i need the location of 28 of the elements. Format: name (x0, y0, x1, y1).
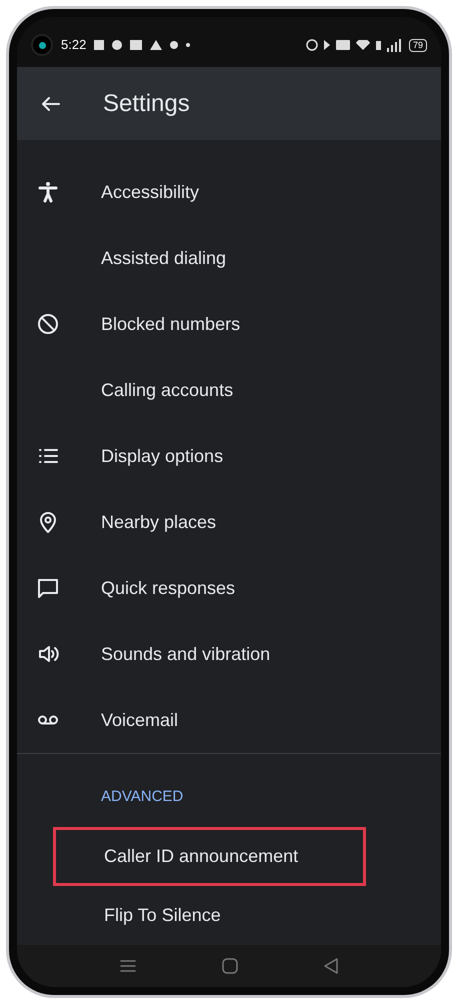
settings-item[interactable]: Blocked numbers (17, 291, 441, 357)
settings-item[interactable]: Nearby places (17, 489, 441, 555)
settings-item[interactable]: Accessibility (17, 159, 441, 225)
accessibility-icon (36, 180, 60, 204)
camera-icon (31, 34, 53, 56)
back-icon[interactable] (324, 958, 338, 974)
notification-icon (112, 40, 122, 50)
settings-item[interactable]: Quick responses (17, 555, 441, 621)
notification-icon (94, 40, 104, 50)
menu-icon[interactable] (120, 959, 136, 973)
home-icon[interactable] (222, 958, 238, 974)
signal-icon (386, 38, 401, 52)
page-title: Settings (103, 88, 190, 118)
section-heading: ADVANCED (100, 787, 184, 807)
status-time: 5:22 (61, 36, 86, 54)
battery-indicator: 79 (408, 38, 427, 52)
settings-item[interactable]: Flip To Silence (53, 886, 366, 944)
message-icon (36, 576, 60, 600)
notification-icon (150, 40, 162, 50)
settings-item[interactable]: Voicemail (17, 687, 441, 753)
settings-item[interactable]: Caller ID announcement (53, 826, 366, 886)
dot-icon (186, 43, 190, 47)
blocked-icon (36, 312, 60, 336)
settings-item[interactable]: Sounds and vibration (17, 621, 441, 687)
settings-item[interactable]: Display options (17, 423, 441, 489)
notification-icon (170, 41, 178, 49)
settings-item[interactable]: Assisted dialing (17, 225, 441, 291)
settings-item[interactable]: Calling accounts (17, 357, 441, 423)
